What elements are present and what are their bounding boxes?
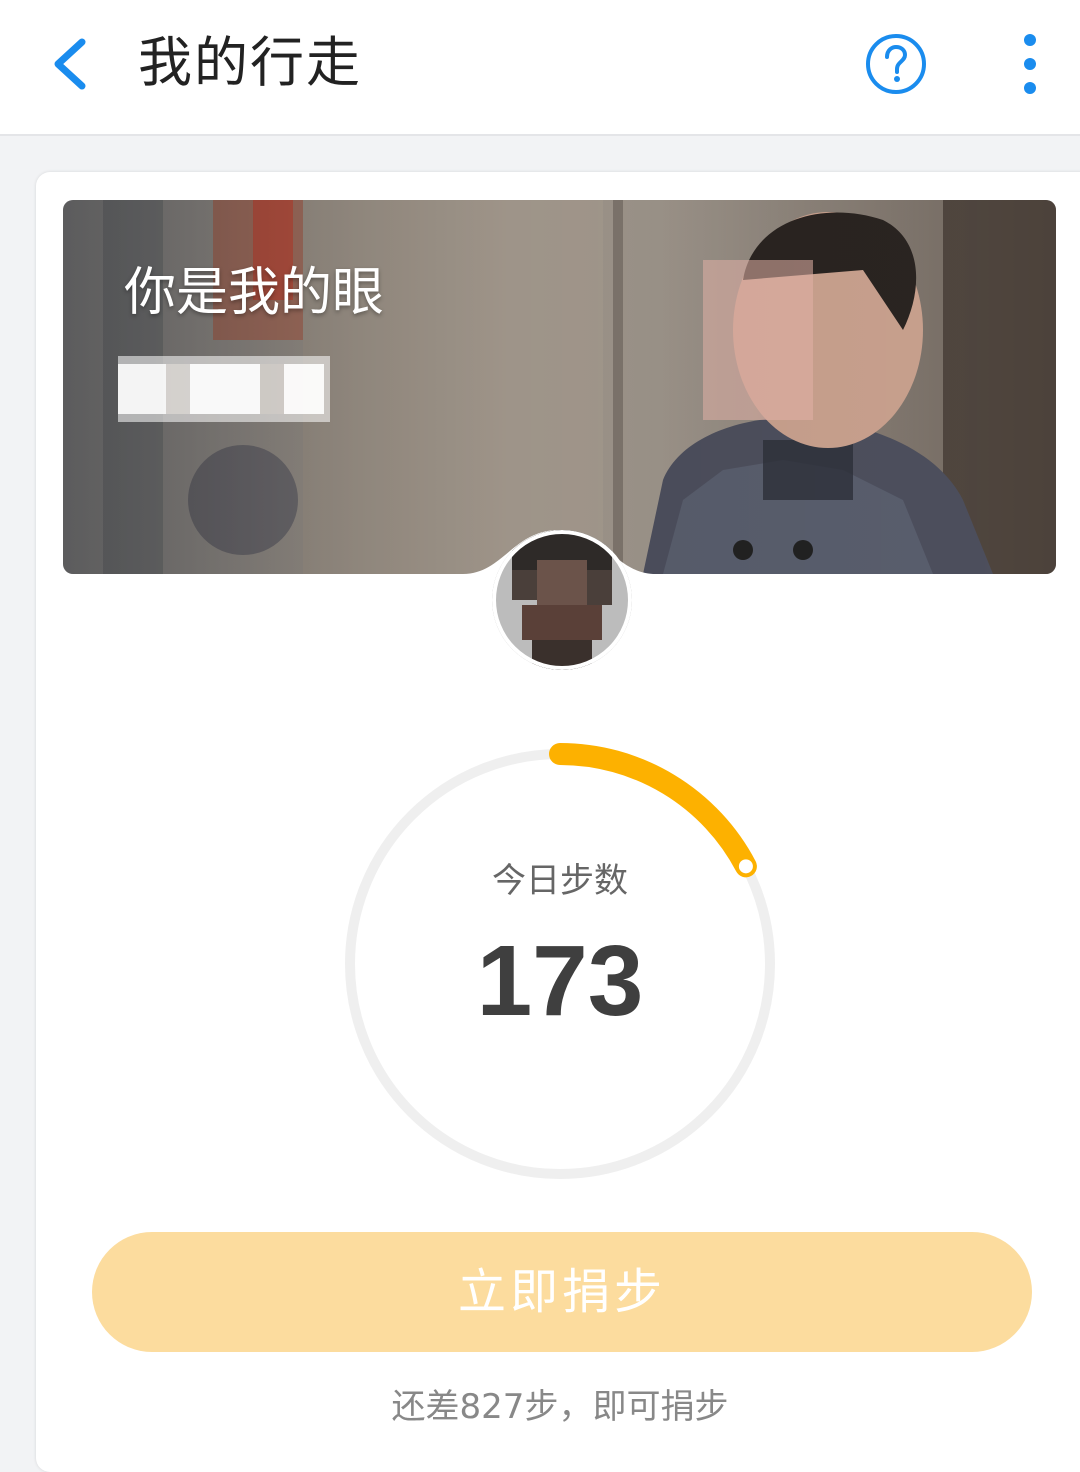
avatar-image (492, 530, 632, 670)
back-button[interactable] (36, 28, 106, 98)
avatar[interactable] (492, 530, 632, 670)
vertical-ellipsis-icon (1024, 34, 1036, 94)
remaining-steps-hint: 还差827步，即可捐步 (391, 1387, 729, 1427)
top-bar: 我的行走 (0, 0, 1080, 136)
progress-end-dot (738, 859, 753, 874)
steps-count: 173 (476, 925, 644, 1037)
donate-steps-button[interactable]: 立即捐步 (92, 1232, 1032, 1352)
more-options-button[interactable] (1008, 26, 1052, 102)
project-title: 你是我的眼 (124, 263, 385, 323)
steps-label: 今日步数 (492, 861, 628, 901)
pixelated-subtitle-image (118, 356, 330, 422)
page-title: 我的行走 (138, 31, 362, 94)
question-circle-icon (866, 34, 926, 94)
help-button[interactable] (864, 32, 928, 96)
progress-arc (549, 743, 757, 878)
chevron-left-icon (54, 38, 86, 90)
